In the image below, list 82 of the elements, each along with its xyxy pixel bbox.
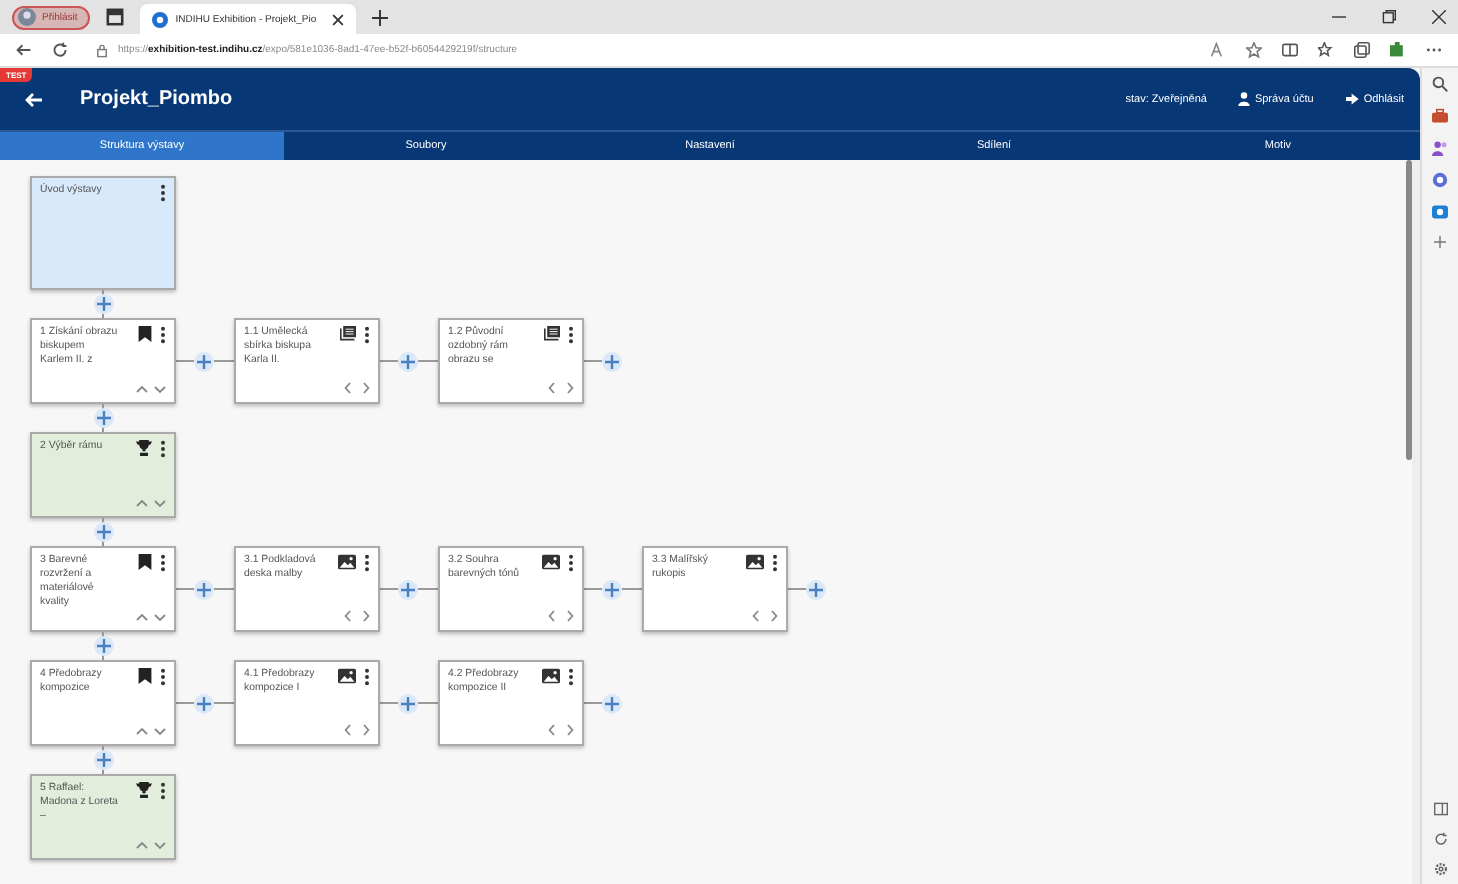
person-icon [1238,92,1251,106]
more-vertical-icon[interactable] [568,668,574,686]
document-stack-icon [544,326,560,342]
bookmark-icon [138,326,152,342]
briefcase-icon[interactable] [1432,108,1448,124]
move-left-right-icon[interactable] [344,724,370,736]
image-icon [338,554,356,570]
more-vertical-icon[interactable] [160,782,166,800]
add-icon[interactable] [1434,236,1446,248]
back-icon[interactable] [16,42,32,58]
add-screen-icon[interactable] [398,351,418,371]
more-vertical-icon[interactable] [160,554,166,572]
close-icon[interactable] [331,13,344,25]
bookmark-icon [138,554,152,570]
more-vertical-icon[interactable] [364,326,370,344]
add-screen-icon[interactable] [194,351,214,371]
more-vertical-icon[interactable] [568,326,574,344]
close-icon[interactable] [1432,10,1446,24]
move-left-right-icon[interactable] [752,610,778,622]
move-left-right-icon[interactable] [548,610,574,622]
search-icon[interactable] [1432,76,1448,92]
more-vertical-icon[interactable] [160,668,166,686]
add-screen-icon[interactable] [602,579,622,599]
split-screen-icon[interactable] [1282,42,1298,58]
add-screen-icon[interactable] [398,579,418,599]
move-up-down-icon[interactable] [136,840,166,850]
image-icon [338,668,356,684]
extension-icon[interactable] [1390,42,1406,58]
move-left-right-icon[interactable] [344,610,370,622]
bookmark-icon [138,668,152,684]
more-vertical-icon[interactable] [364,554,370,572]
collections-icon[interactable] [1354,42,1370,58]
avatar-icon [18,8,36,26]
add-chapter-icon[interactable] [93,408,113,428]
move-up-down-icon[interactable] [136,726,166,736]
project-title: Projekt_Piombo [80,88,233,110]
logout-icon [1345,92,1360,106]
document-stack-icon [340,326,356,342]
add-chapter-icon[interactable] [93,636,113,656]
move-up-down-icon[interactable] [136,612,166,622]
refresh-icon[interactable] [52,42,68,58]
move-up-down-icon[interactable] [136,384,166,394]
minimize-icon[interactable] [1332,10,1346,24]
add-screen-icon[interactable] [398,693,418,713]
circle-icon[interactable] [1432,172,1448,188]
move-left-right-icon[interactable] [344,382,370,394]
scrollbar-thumb[interactable] [1406,160,1412,460]
trophy-icon [136,782,152,798]
add-chapter-icon[interactable] [93,522,113,542]
add-screen-icon[interactable] [602,351,622,371]
add-screen-icon[interactable] [602,693,622,713]
lock-icon [96,43,108,57]
add-screen-icon[interactable] [194,693,214,713]
back-arrow-icon[interactable] [24,89,44,109]
move-left-right-icon[interactable] [548,724,574,736]
add-screen-icon[interactable] [806,579,826,599]
more-vertical-icon[interactable] [160,326,166,344]
more-vertical-icon[interactable] [364,668,370,686]
restore-icon[interactable] [1382,10,1396,24]
more-vertical-icon[interactable] [160,440,166,458]
add-screen-icon[interactable] [194,579,214,599]
favorites-icon[interactable] [1318,42,1334,58]
trophy-icon [136,440,152,456]
more-vertical-icon[interactable] [568,554,574,572]
settings-icon[interactable] [1433,862,1447,876]
image-icon [746,554,764,570]
tab-actions-icon[interactable] [105,8,124,26]
read-aloud-icon[interactable] [1210,42,1226,58]
new-tab-icon[interactable] [371,9,388,25]
more-vertical-icon[interactable] [160,184,166,202]
image-icon [542,668,560,684]
star-icon[interactable] [1246,42,1262,58]
move-left-right-icon[interactable] [548,382,574,394]
favicon-icon [151,11,168,27]
refresh-icon[interactable] [1433,832,1447,846]
add-chapter-icon[interactable] [93,750,113,770]
image-icon [542,554,560,570]
move-up-down-icon[interactable] [136,498,166,508]
people-icon[interactable] [1432,140,1448,156]
sidebar-toggle-icon[interactable] [1433,802,1447,816]
add-chapter-icon[interactable] [93,294,113,314]
more-vertical-icon[interactable] [772,554,778,572]
